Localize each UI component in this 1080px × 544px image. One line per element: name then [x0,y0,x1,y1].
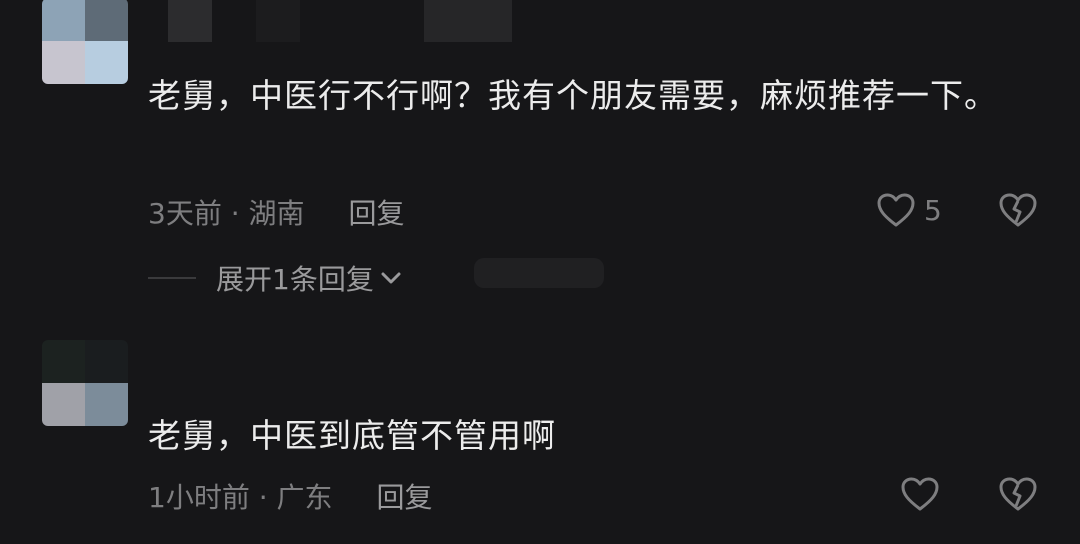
time-location: 3天前 · 湖南 [148,197,305,230]
avatar[interactable] [42,0,128,84]
divider-line [148,277,196,279]
dislike-button[interactable] [998,192,1038,228]
comment-meta: 1小时前 · 广东 回复 [148,476,433,516]
like-button[interactable] [900,476,940,512]
blurred-tag [474,258,604,288]
broken-heart-icon [998,192,1038,228]
blurred-username-2 [256,0,300,42]
blurred-username-1 [168,0,212,42]
heart-outline-icon [876,192,916,228]
like-count: 5 [924,193,942,227]
reply-button[interactable]: 回复 [377,476,433,516]
broken-heart-icon [998,476,1038,512]
avatar[interactable] [42,340,128,426]
comment-text: 老舅，中医到底管不管用啊 [148,416,556,455]
comment-text: 老舅，中医行不行啊？我有个朋友需要，麻烦推荐一下。 [148,76,998,115]
like-button[interactable]: 5 [876,192,942,228]
time-location: 1小时前 · 广东 [148,481,333,514]
dislike-button[interactable] [998,476,1038,512]
heart-outline-icon [900,476,940,512]
reply-button[interactable]: 回复 [349,192,405,232]
expand-replies-button[interactable]: 展开1条回复 [148,258,402,298]
comment-meta: 3天前 · 湖南 回复 [148,192,405,232]
blurred-username-3 [424,0,512,42]
chevron-down-icon [380,271,402,285]
expand-replies-label: 展开1条回复 [216,263,374,296]
